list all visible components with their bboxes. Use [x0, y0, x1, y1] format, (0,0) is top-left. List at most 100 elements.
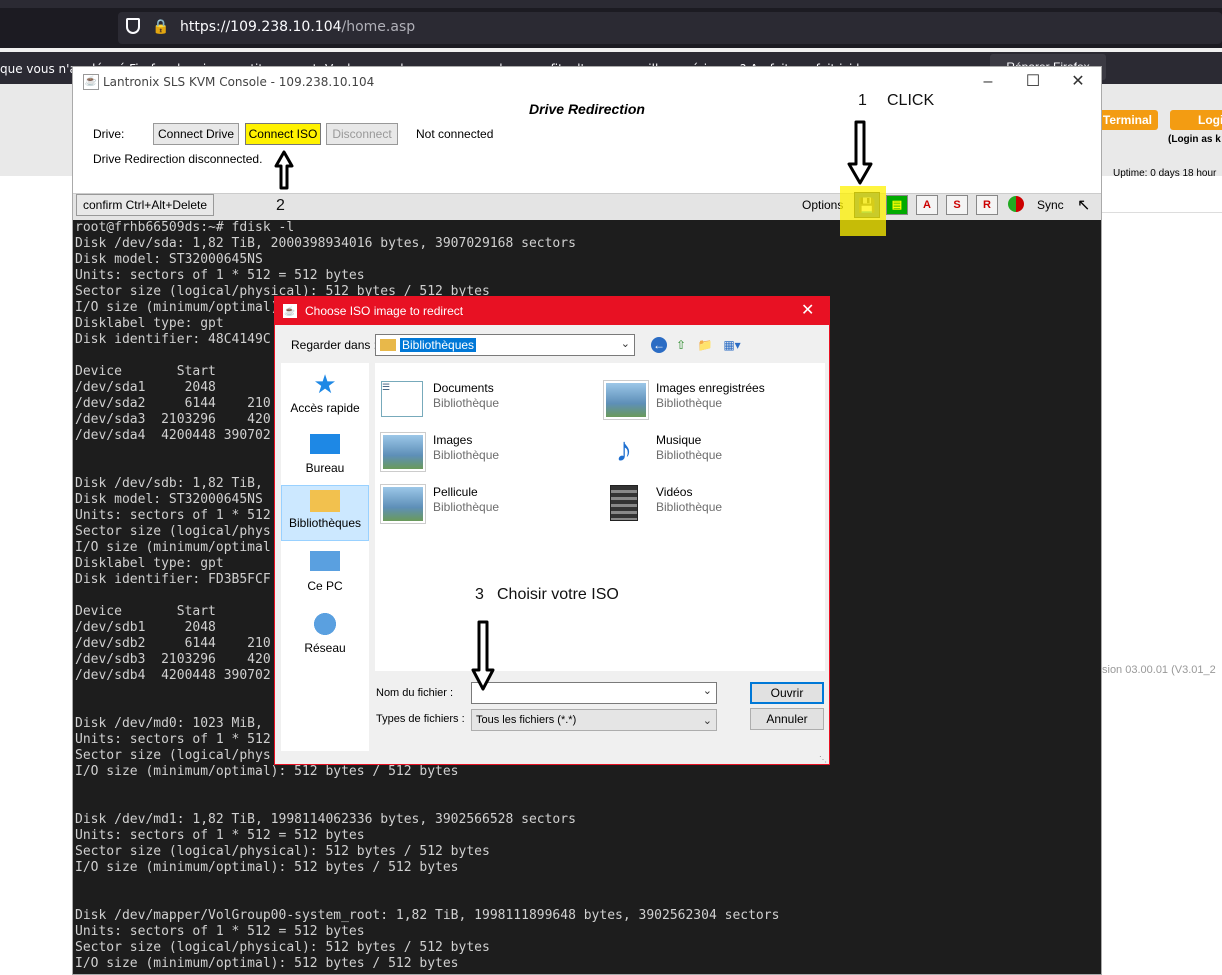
- ctrl-alt-delete-button[interactable]: confirm Ctrl+Alt+Delete: [76, 194, 214, 216]
- chevron-down-icon[interactable]: ⌄: [621, 337, 630, 350]
- place-desktop[interactable]: Bureau: [281, 431, 369, 475]
- terminal-line: Sector size (logical/physical): 512 byte…: [75, 844, 490, 859]
- terminal-line: Units: sectors of 1 * 512 = 512 bytes: [75, 268, 365, 283]
- drive-redirection-title: Drive Redirection: [529, 101, 645, 117]
- dialog-title: Choose ISO image to redirect: [305, 304, 464, 318]
- terminal-line: Units: sectors of 1 * 512 = 512 bytes: [75, 924, 365, 939]
- annotation-step1-number: 1: [858, 92, 867, 109]
- item-name: Images: [433, 433, 473, 447]
- item-type: Bibliothèque: [433, 448, 500, 462]
- film-icon: [610, 485, 638, 521]
- resize-grip-icon[interactable]: ⋱: [819, 755, 827, 764]
- item-type: Bibliothèque: [656, 448, 723, 462]
- terminal-line: Disk /dev/mapper/VolGroup00-system_root:…: [75, 908, 780, 923]
- terminal-line: I/O size (minimum/optimal): 512 bytes / …: [75, 860, 459, 875]
- terminal-line: Disk /dev/sda: 1,82 TiB, 2000398934016 b…: [75, 236, 576, 251]
- highlight-floppy: [840, 186, 886, 236]
- picture-icon: [381, 485, 425, 523]
- item-name: Documents: [433, 381, 494, 395]
- maximize-icon[interactable]: ☐: [1013, 71, 1053, 93]
- picture-icon: [381, 433, 425, 471]
- terminal-line: Disk /dev/md1: 1,82 TiB, 1998114062336 b…: [75, 812, 576, 827]
- arrow-down-icon: [847, 120, 873, 185]
- places-bar: ★ Accès rapide Bureau Bibliothèques Ce P…: [281, 363, 369, 751]
- terminal-line: Sector size (logical/physical): 512 byte…: [75, 940, 490, 955]
- login-as-text: (Login as k: [1168, 134, 1221, 145]
- dialog-titlebar[interactable]: ☕ Choose ISO image to redirect ✕: [275, 297, 829, 325]
- shield-icon[interactable]: [126, 18, 140, 34]
- options-label[interactable]: Options: [802, 198, 843, 212]
- item-name: Images enregistrées: [656, 381, 765, 395]
- close-icon[interactable]: ✕: [801, 300, 814, 320]
- toolbar-r-icon[interactable]: R: [976, 195, 998, 215]
- star-icon: ★: [313, 369, 337, 399]
- computer-icon: [310, 551, 340, 571]
- look-in-value: Bibliothèques: [400, 338, 477, 352]
- item-name: Vidéos: [656, 485, 693, 499]
- place-label: Ce PC: [307, 579, 343, 593]
- view-menu-icon[interactable]: ▦▾: [721, 337, 743, 353]
- toolbar-s-icon[interactable]: S: [946, 195, 968, 215]
- place-network[interactable]: Réseau: [281, 611, 369, 655]
- filename-input[interactable]: ⌄: [471, 682, 717, 704]
- chevron-down-icon[interactable]: ⌄: [703, 711, 712, 731]
- picture-icon: [604, 381, 648, 419]
- arrow-up-icon: [274, 150, 294, 190]
- java-icon: ☕: [83, 74, 99, 90]
- connection-status: Not connected: [416, 127, 494, 141]
- file-item-images[interactable]: Images Bibliothèque: [375, 429, 585, 473]
- open-button[interactable]: Ouvrir: [750, 682, 824, 704]
- desktop-icon: [310, 434, 340, 454]
- place-quick-access[interactable]: ★ Accès rapide: [281, 371, 369, 415]
- new-folder-icon[interactable]: 📁: [697, 337, 713, 353]
- sync-button-label[interactable]: Sync: [1037, 198, 1064, 212]
- file-item-videos[interactable]: Vidéos Bibliothèque: [598, 481, 808, 525]
- back-icon[interactable]: ←: [651, 337, 667, 353]
- cancel-button[interactable]: Annuler: [750, 708, 824, 730]
- place-libraries[interactable]: Bibliothèques: [281, 485, 369, 541]
- file-item-music[interactable]: ♪ Musique Bibliothèque: [598, 429, 808, 473]
- look-in-combo[interactable]: Bibliothèques ⌄: [375, 334, 635, 356]
- cursor-icon[interactable]: ↖: [1077, 195, 1090, 215]
- look-in-label: Regarder dans :: [291, 338, 378, 352]
- url-text[interactable]: https://109.238.10.104/home.asp: [180, 19, 415, 35]
- minimize-icon[interactable]: –: [968, 71, 1008, 93]
- file-item-camera-roll[interactable]: Pellicule Bibliothèque: [375, 481, 585, 525]
- java-icon: ☕: [283, 304, 297, 318]
- place-label: Bureau: [305, 461, 345, 475]
- item-type: Bibliothèque: [433, 396, 500, 410]
- login-button[interactable]: Login: [1170, 110, 1222, 130]
- close-icon[interactable]: ✕: [1058, 71, 1098, 93]
- terminal-line: I/O size (minimum/optimal): 512 bytes / …: [75, 764, 459, 779]
- chevron-down-icon[interactable]: ⌄: [703, 684, 712, 697]
- network-icon: [310, 611, 340, 637]
- sync-icon[interactable]: [1008, 196, 1024, 212]
- folder-icon: [380, 339, 396, 351]
- lock-icon[interactable]: 🔒: [152, 18, 169, 35]
- kvm-titlebar[interactable]: ☕ Lantronix SLS KVM Console - 109.238.10…: [73, 67, 1101, 97]
- filetype-select[interactable]: Tous les fichiers (*.*) ⌄: [471, 709, 717, 731]
- disconnect-button[interactable]: Disconnect: [326, 123, 398, 145]
- libraries-icon: [310, 490, 340, 512]
- toolbar-a-icon[interactable]: A: [916, 195, 938, 215]
- arrow-down-icon: [471, 620, 495, 691]
- file-item-documents[interactable]: ☰ Documents Bibliothèque: [375, 377, 585, 421]
- place-this-pc[interactable]: Ce PC: [281, 551, 369, 593]
- documents-icon: ☰: [381, 381, 423, 417]
- annotation-step3-text: Choisir votre ISO: [497, 586, 619, 603]
- drive-label: Drive:: [93, 127, 125, 141]
- url-path: /home.asp: [341, 19, 416, 35]
- up-folder-icon[interactable]: ⇧: [673, 337, 689, 353]
- item-type: Bibliothèque: [656, 500, 723, 514]
- file-item-saved-pictures[interactable]: Images enregistrées Bibliothèque: [598, 377, 808, 421]
- connect-iso-button[interactable]: Connect ISO: [245, 123, 321, 145]
- annotation-step1-text: CLICK: [887, 92, 935, 109]
- filetype-value: Tous les fichiers (*.*): [476, 714, 577, 726]
- terminal-line: root@frhb66509ds:~# fdisk -l: [75, 220, 295, 235]
- monitor-icon[interactable]: ▤: [886, 195, 908, 215]
- item-name: Pellicule: [433, 485, 478, 499]
- connect-drive-button[interactable]: Connect Drive: [153, 123, 239, 145]
